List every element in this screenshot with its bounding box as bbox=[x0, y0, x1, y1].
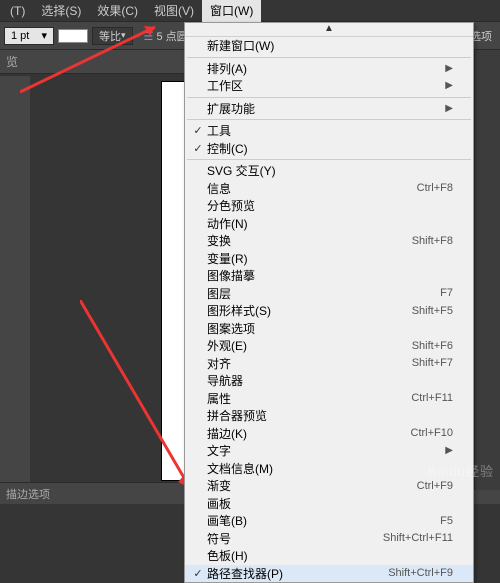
menu-item[interactable]: 扩展功能▶ bbox=[185, 100, 473, 118]
menu-item[interactable]: 变换Shift+F8 bbox=[185, 232, 473, 250]
menu-item[interactable]: 外观(E)Shift+F6 bbox=[185, 337, 473, 355]
watermark: Baidu经验 bbox=[428, 461, 494, 480]
menu-item[interactable]: 描边(K)Ctrl+F10 bbox=[185, 425, 473, 443]
menu-item[interactable]: 对齐Shift+F7 bbox=[185, 355, 473, 373]
menu-item-label: 动作(N) bbox=[207, 215, 453, 232]
menu-item-label: 路径查找器(P) bbox=[207, 565, 388, 582]
menu-separator bbox=[187, 119, 471, 120]
menu-shortcut: Shift+Ctrl+F11 bbox=[383, 532, 453, 544]
sub-label: 览 bbox=[6, 53, 18, 70]
menu-item-label: 画笔(B) bbox=[207, 512, 440, 529]
menu-item[interactable]: 画笔(B)F5 bbox=[185, 512, 473, 530]
menu-item[interactable]: SVG 交互(Y) bbox=[185, 162, 473, 180]
menu-shortcut: Ctrl+F9 bbox=[417, 480, 453, 492]
menu-select[interactable]: 选择(S) bbox=[33, 0, 89, 22]
menu-shortcut: F5 bbox=[440, 515, 453, 527]
stroke-size-input[interactable]: 1 pt▾ bbox=[4, 27, 54, 45]
menu-separator bbox=[187, 159, 471, 160]
menu-effect[interactable]: 效果(C) bbox=[89, 0, 146, 22]
menu-item-label: SVG 交互(Y) bbox=[207, 162, 453, 179]
ratio-select[interactable]: 等比 ▾ bbox=[92, 27, 133, 45]
menu-view[interactable]: 视图(V) bbox=[146, 0, 202, 22]
checkmark-icon: ✓ bbox=[189, 124, 207, 137]
menu-shortcut: F7 bbox=[440, 287, 453, 299]
menu-item-label: 工具 bbox=[207, 122, 453, 139]
divider-icon: · bbox=[137, 31, 140, 41]
menu-item-label: 渐变 bbox=[207, 477, 417, 494]
menu-shortcut: Shift+F7 bbox=[412, 357, 453, 369]
menu-item-label: 分色预览 bbox=[207, 197, 453, 214]
status-label: 描边选项 bbox=[6, 486, 50, 502]
menu-window[interactable]: 窗口(W) bbox=[202, 0, 261, 22]
menu-item[interactable]: 分色预览 bbox=[185, 197, 473, 215]
menu-item-label: 新建窗口(W) bbox=[207, 37, 453, 54]
menu-item-label: 符号 bbox=[207, 530, 383, 547]
menu-item-label: 外观(E) bbox=[207, 337, 412, 354]
menubar: (T) 选择(S) 效果(C) 视图(V) 窗口(W) bbox=[0, 0, 500, 22]
submenu-arrow-icon: ▶ bbox=[445, 445, 453, 456]
menu-item[interactable]: ✓控制(C) bbox=[185, 140, 473, 158]
menu-item-label: 对齐 bbox=[207, 355, 412, 372]
menu-shortcut: Ctrl+F11 bbox=[411, 392, 453, 404]
menu-item[interactable]: 文字▶ bbox=[185, 442, 473, 460]
menu-item-label: 导航器 bbox=[207, 372, 453, 389]
menu-shortcut: Shift+F8 bbox=[412, 235, 453, 247]
menu-shortcut: Shift+Ctrl+F9 bbox=[388, 567, 453, 579]
menu-item-label: 图像描摹 bbox=[207, 267, 453, 284]
menu-item[interactable]: 图形样式(S)Shift+F5 bbox=[185, 302, 473, 320]
tools-panel[interactable] bbox=[0, 76, 30, 504]
submenu-arrow-icon: ▶ bbox=[445, 103, 453, 114]
menu-item-label: 排列(A) bbox=[207, 60, 445, 77]
menu-item-label: 描边(K) bbox=[207, 425, 411, 442]
right-panel-strip[interactable] bbox=[474, 50, 500, 490]
menu-item[interactable]: 排列(A)▶ bbox=[185, 60, 473, 78]
menu-item[interactable]: 新建窗口(W) bbox=[185, 37, 473, 55]
menu-t[interactable]: (T) bbox=[2, 1, 33, 21]
menu-item-label: 拼合器预览 bbox=[207, 407, 453, 424]
menu-item[interactable]: 工作区▶ bbox=[185, 77, 473, 95]
menu-item-label: 变换 bbox=[207, 232, 412, 249]
stroke-swatch[interactable] bbox=[58, 29, 88, 43]
menu-item[interactable]: ✓工具 bbox=[185, 122, 473, 140]
menu-item-label: 控制(C) bbox=[207, 140, 453, 157]
scroll-up-icon[interactable]: ▲ bbox=[185, 23, 473, 37]
menu-item[interactable]: 信息Ctrl+F8 bbox=[185, 180, 473, 198]
menu-separator bbox=[187, 97, 471, 98]
menu-item[interactable]: 属性Ctrl+F11 bbox=[185, 390, 473, 408]
menu-item-label: 文档信息(M) bbox=[207, 460, 453, 477]
menu-item[interactable]: 拼合器预览 bbox=[185, 407, 473, 425]
menu-item[interactable]: 色板(H) bbox=[185, 547, 473, 565]
menu-item[interactable]: 导航器 bbox=[185, 372, 473, 390]
menu-shortcut: Ctrl+F8 bbox=[417, 182, 453, 194]
menu-item-label: 属性 bbox=[207, 390, 411, 407]
menu-item-label: 图层 bbox=[207, 285, 440, 302]
menu-item[interactable]: 符号Shift+Ctrl+F11 bbox=[185, 530, 473, 548]
menu-item[interactable]: 动作(N) bbox=[185, 215, 473, 233]
menu-item-label: 文字 bbox=[207, 442, 445, 459]
menu-item[interactable]: 变量(R) bbox=[185, 250, 473, 268]
menu-item-label: 图形样式(S) bbox=[207, 302, 412, 319]
menu-item-label: 工作区 bbox=[207, 77, 445, 94]
menu-item[interactable]: 图像描摹 bbox=[185, 267, 473, 285]
submenu-arrow-icon: ▶ bbox=[445, 80, 453, 91]
menu-item[interactable]: 图案选项 bbox=[185, 320, 473, 338]
menu-item[interactable]: 图层F7 bbox=[185, 285, 473, 303]
menu-shortcut: Shift+F5 bbox=[412, 305, 453, 317]
submenu-arrow-icon: ▶ bbox=[445, 63, 453, 74]
menu-item[interactable]: ✓路径查找器(P)Shift+Ctrl+F9 bbox=[185, 565, 473, 583]
checkmark-icon: ✓ bbox=[189, 567, 207, 580]
menu-item-label: 图案选项 bbox=[207, 320, 453, 337]
menu-shortcut: Ctrl+F10 bbox=[411, 427, 454, 439]
menu-item-label: 变量(R) bbox=[207, 250, 453, 267]
checkmark-icon: ✓ bbox=[189, 142, 207, 155]
menu-item-label: 扩展功能 bbox=[207, 100, 445, 117]
menu-item-label: 画板 bbox=[207, 495, 453, 512]
menu-item-label: 信息 bbox=[207, 180, 417, 197]
menu-separator bbox=[187, 57, 471, 58]
menu-shortcut: Shift+F6 bbox=[412, 340, 453, 352]
menu-item[interactable]: 画板 bbox=[185, 495, 473, 513]
menu-item-label: 色板(H) bbox=[207, 547, 453, 564]
window-menu-dropdown: ▲ 新建窗口(W)排列(A)▶工作区▶扩展功能▶✓工具✓控制(C)SVG 交互(… bbox=[184, 22, 474, 583]
